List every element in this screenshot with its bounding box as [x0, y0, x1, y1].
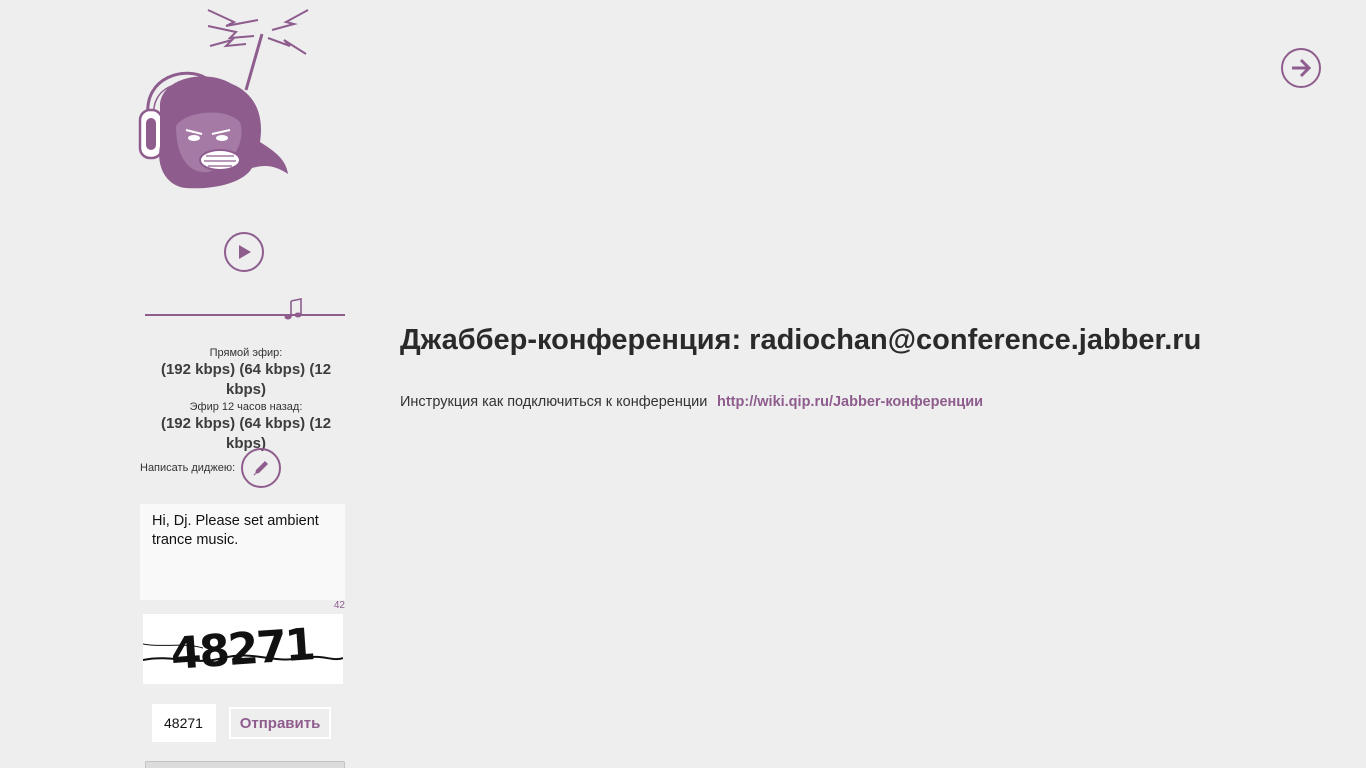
- send-button[interactable]: Отправить: [229, 707, 331, 739]
- radiochan-mascot-logo: [138, 9, 309, 189]
- captcha-code-text: 48271: [169, 619, 315, 680]
- arrow-right-icon: [1292, 58, 1312, 78]
- write-dj-label: Написать диджею:: [140, 462, 236, 474]
- captcha-image: 48271: [143, 614, 343, 684]
- instruction-link[interactable]: http://wiki.qip.ru/Jabber-конференции: [717, 394, 983, 410]
- instruction-text: Инструкция как подключиться к конференци…: [400, 394, 708, 410]
- bottom-scroll-bar[interactable]: [145, 761, 345, 768]
- live-stream-links: (192 kbps) (64 kbps) (12 kbps): [140, 360, 352, 400]
- live-caption: Прямой эфир:: [209, 347, 283, 359]
- chars-left-counter: 42: [333, 600, 345, 611]
- live-192-link[interactable]: (192 kbps): [161, 361, 235, 378]
- app-page: Прямой эфир: (192 kbps) (64 kbps) (12 kb…: [0, 0, 1366, 768]
- archive-caption: Эфир 12 часов назад:: [189, 401, 303, 413]
- volume-slider-track[interactable]: [145, 314, 345, 316]
- edit-message-button[interactable]: [241, 448, 281, 488]
- forward-button[interactable]: [1281, 48, 1321, 88]
- archive-192-link[interactable]: (192 kbps): [161, 415, 235, 432]
- captcha-input[interactable]: [152, 704, 216, 742]
- live-64-link[interactable]: (64 kbps): [239, 361, 305, 378]
- play-icon: [239, 245, 251, 259]
- pencil-icon: [253, 461, 268, 476]
- play-button[interactable]: [224, 232, 264, 272]
- conference-title: Джаббер-конференция: radiochan@conferenc…: [400, 324, 1202, 356]
- dj-message-textarea[interactable]: Hi, Dj. Please set ambient trance music.: [140, 504, 345, 600]
- archive-64-link[interactable]: (64 kbps): [239, 415, 305, 432]
- music-note-icon[interactable]: [283, 297, 303, 321]
- stream-links-block: Прямой эфир: (192 kbps) (64 kbps) (12 kb…: [140, 346, 352, 454]
- archive-stream-links: (192 kbps) (64 kbps) (12 kbps): [140, 414, 352, 454]
